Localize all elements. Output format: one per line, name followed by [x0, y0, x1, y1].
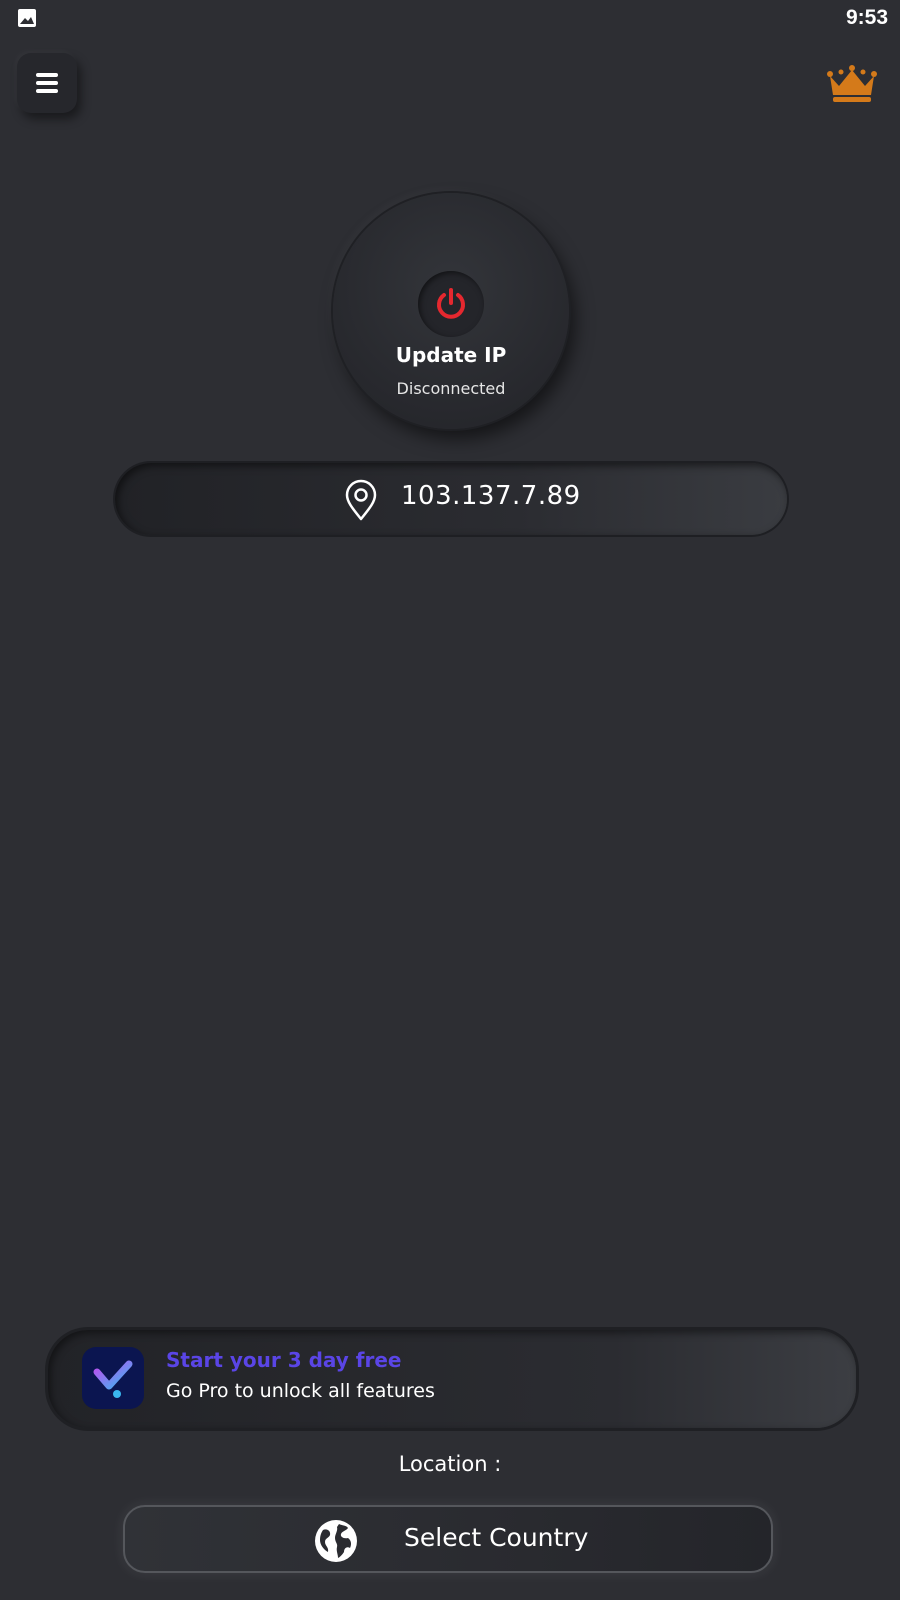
- power-button[interactable]: [418, 271, 484, 337]
- connection-status: Disconnected: [396, 379, 506, 398]
- status-time: 9:53: [845, 6, 888, 29]
- promo-subtitle: Go Pro to unlock all features: [166, 1380, 435, 1402]
- menu-button[interactable]: [17, 53, 77, 113]
- hamburger-menu-icon: [36, 73, 58, 93]
- promo-title: Start your 3 day free: [166, 1348, 402, 1372]
- crown-icon[interactable]: [826, 62, 878, 104]
- status-bar: 9:53: [0, 0, 900, 36]
- power-icon: [437, 288, 465, 319]
- select-country-label: Select Country: [404, 1523, 589, 1552]
- pro-promo-banner[interactable]: Start your 3 day free Go Pro to unlock a…: [48, 1330, 856, 1428]
- app-check-icon: [82, 1347, 144, 1409]
- ip-address-display: 103.137.7.89: [115, 463, 787, 535]
- connect-button[interactable]: Update IP Disconnected: [333, 193, 569, 429]
- select-country-button[interactable]: Select Country: [123, 1505, 773, 1573]
- image-icon: [18, 9, 36, 27]
- location-pin-icon: [345, 479, 377, 521]
- location-label: Location :: [398, 1452, 502, 1476]
- connect-title: Update IP: [395, 343, 507, 367]
- ip-address-value: 103.137.7.89: [401, 481, 581, 511]
- globe-icon: [315, 1520, 357, 1562]
